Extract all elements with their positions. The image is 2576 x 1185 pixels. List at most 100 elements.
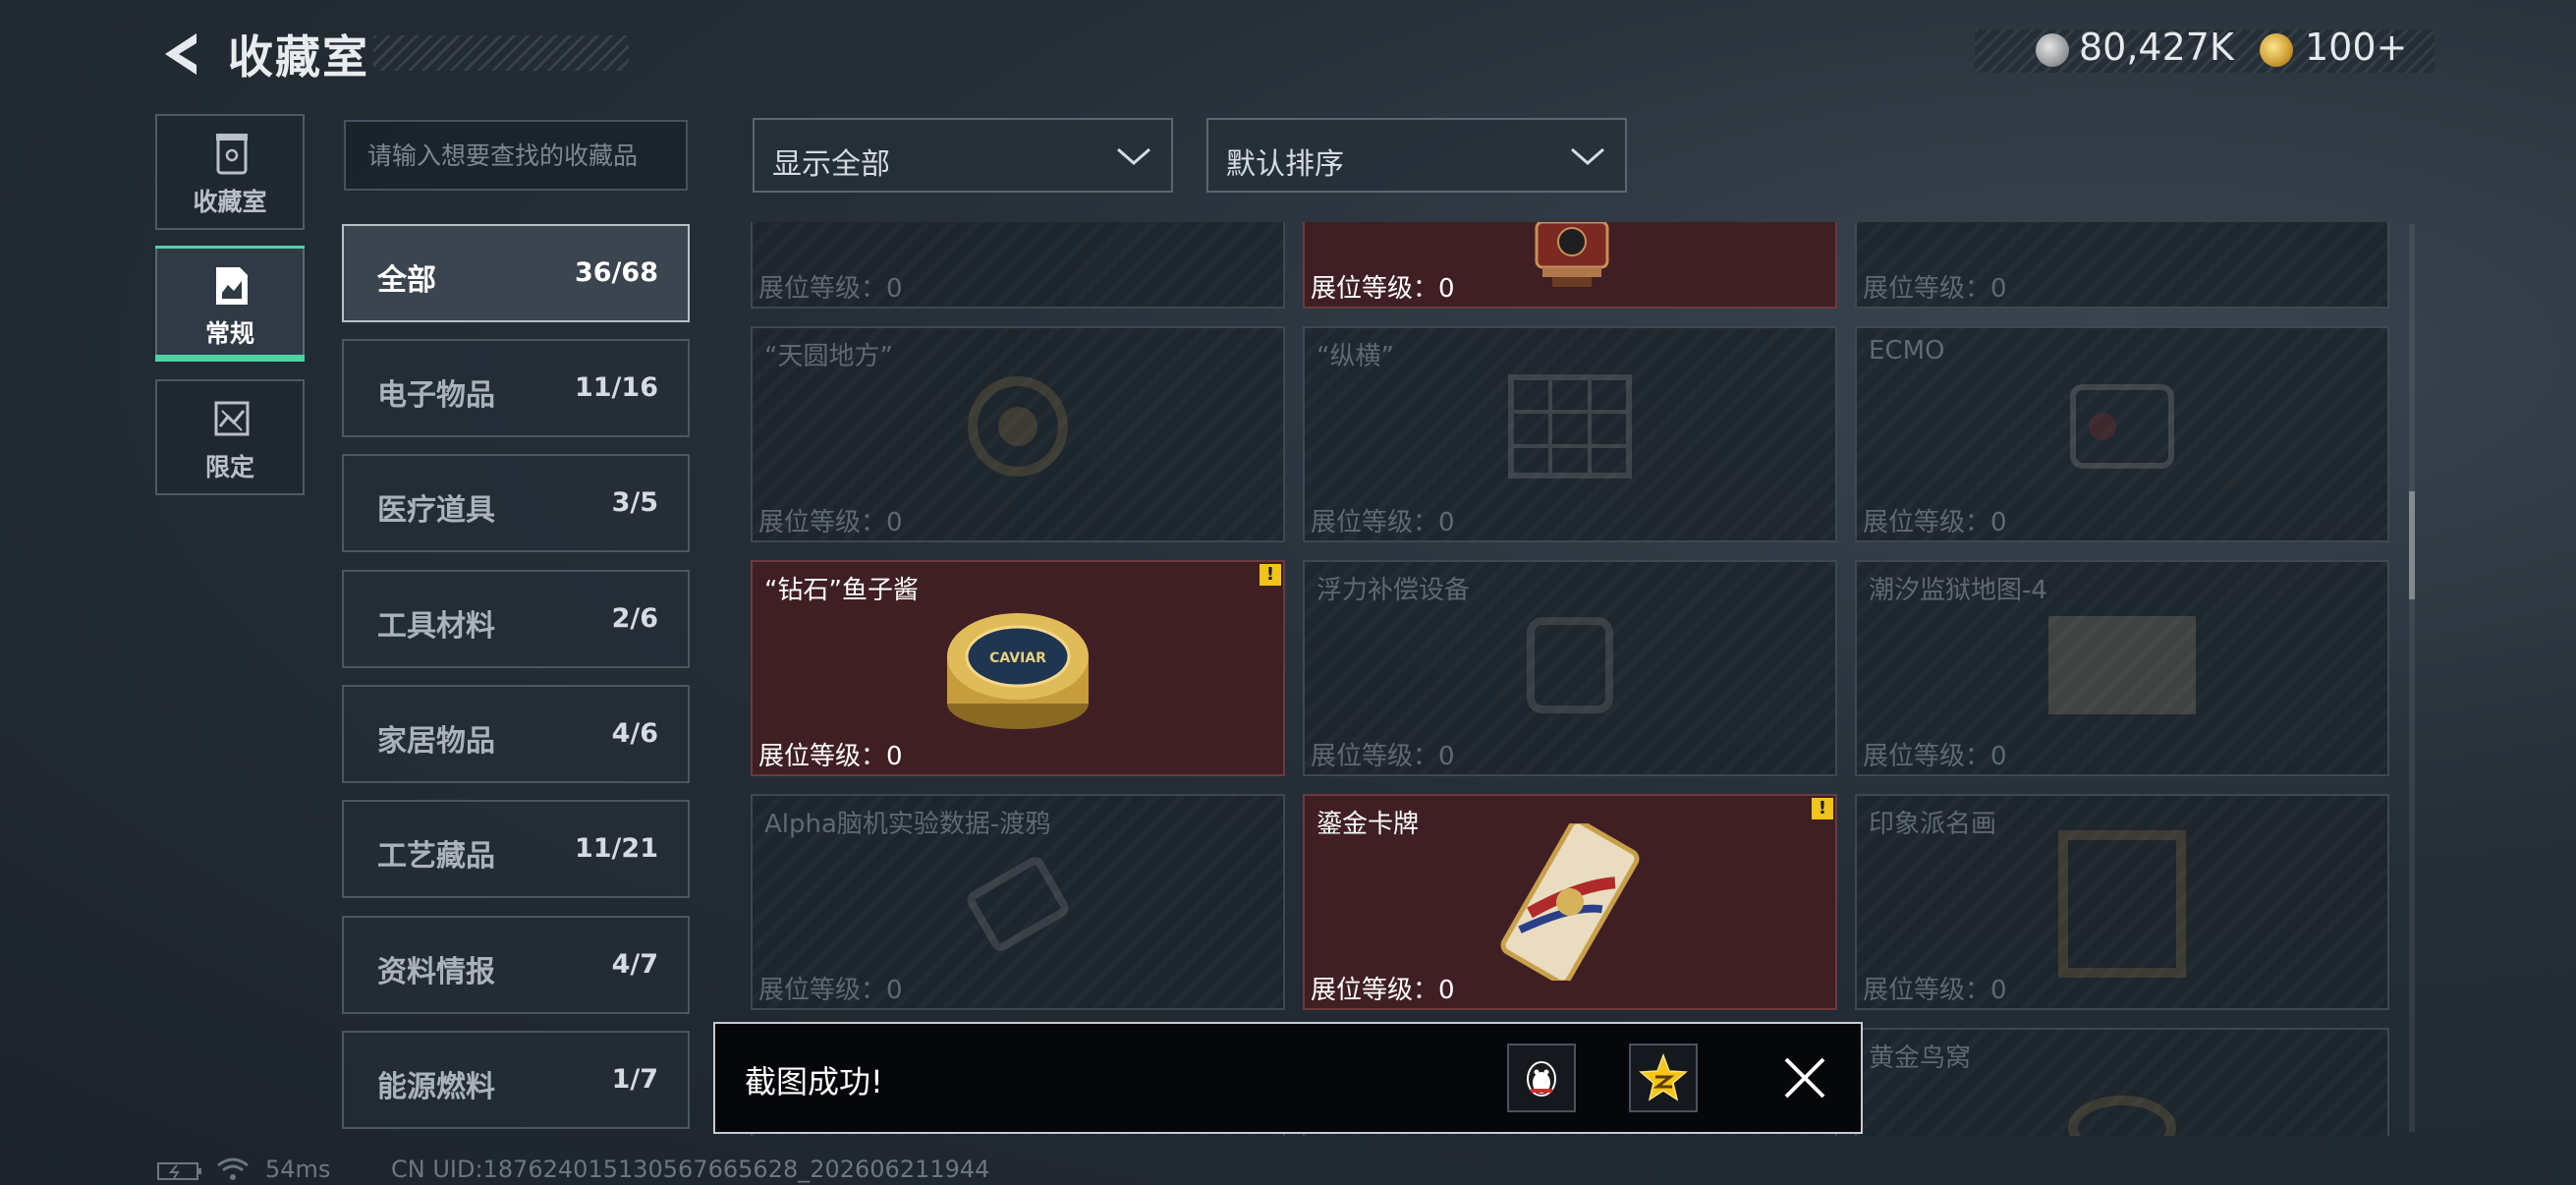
category-medical[interactable]: 医疗道具 3/5 [342, 454, 690, 552]
gilded-card-icon [1500, 823, 1640, 981]
star-icon [1639, 1052, 1688, 1101]
golden-nest-icon [2068, 1096, 2176, 1136]
grid-scrollbar[interactable] [2409, 224, 2415, 1132]
collection-card[interactable]: “钻石”鱼子酱 ! CAVIAR 展位等级：0 [751, 560, 1285, 776]
side-tab-label: 常规 [204, 319, 254, 348]
gold-currency-value: 100+ [2305, 26, 2408, 69]
booth-level: 展位等级：0 [1311, 976, 1455, 1005]
sort-dropdown-value: 默认排序 [1226, 147, 1344, 182]
page-title: 收藏室 [228, 30, 369, 84]
category-tools[interactable]: 工具材料 2/6 [342, 570, 690, 668]
buoyancy-device-icon [1527, 617, 1613, 713]
item-name: 浮力补偿设备 [1316, 576, 1471, 605]
category-name: 能源燃料 [377, 1070, 495, 1104]
battery-icon [157, 1162, 201, 1180]
user-uid: CN UID:18762401513056766562​8_2026062119… [391, 1156, 990, 1183]
data-device-icon [967, 857, 1069, 951]
collection-grid: 展位等级：0 展位等级：0 展位等级：0 “天圆地方” 展位等级：0 “纵横” … [751, 222, 2393, 1136]
booth-level: 展位等级：0 [1863, 508, 2007, 537]
item-name: 潮汐监狱地图-4 [1869, 576, 2047, 605]
collection-card[interactable]: 潮汐监狱地图-4 展位等级：0 [1855, 560, 2389, 776]
qzone-share-button[interactable] [1629, 1044, 1698, 1112]
category-electronics[interactable]: 电子物品 11/16 [342, 339, 690, 437]
category-energy[interactable]: 能源燃料 1/7 [342, 1031, 690, 1129]
collection-card[interactable]: Alpha脑机实验数据-渡鸦 展位等级：0 [751, 794, 1285, 1010]
booth-level: 展位等级：0 [1311, 742, 1455, 771]
booth-level: 展位等级：0 [758, 742, 903, 771]
booth-level: 展位等级：0 [1863, 742, 2007, 771]
chessboard-icon [1508, 374, 1632, 479]
category-intel[interactable]: 资料情报 4/7 [342, 916, 690, 1014]
collection-card[interactable]: 展位等级：0 [751, 222, 1285, 309]
category-name: 工具材料 [377, 609, 495, 644]
item-name: “纵横” [1316, 342, 1394, 371]
collection-card[interactable]: 鎏金卡牌 ! 展位等级：0 [1303, 794, 1837, 1010]
item-name: ECMO [1869, 336, 1945, 366]
wifi-icon [217, 1157, 249, 1180]
category-count: 3/5 [611, 487, 658, 518]
item-name: 鎏金卡牌 [1316, 810, 1420, 839]
item-name: “天圆地方” [764, 342, 893, 371]
grid-scrollbar-thumb[interactable] [2409, 491, 2415, 599]
silver-coin-icon [2036, 33, 2069, 67]
caviar-label: CAVIAR [989, 650, 1046, 666]
category-all[interactable]: 全部 36/68 [342, 224, 690, 322]
collection-card[interactable]: 展位等级：0 [1303, 222, 1837, 309]
category-name: 工艺藏品 [377, 839, 495, 874]
collection-card[interactable]: ECMO 展位等级：0 [1855, 326, 2389, 542]
back-arrow-icon[interactable] [157, 29, 206, 79]
silver-currency-value: 80,427K [2079, 26, 2234, 69]
booth-level: 展位等级：0 [1311, 274, 1455, 304]
sort-dropdown[interactable]: 默认排序 [1206, 118, 1627, 193]
side-tab-collection[interactable]: 收藏室 [155, 114, 305, 230]
side-tab-limited[interactable]: 限定 [155, 379, 305, 495]
category-count: 4/6 [611, 718, 658, 749]
collection-card[interactable]: 浮力补偿设备 展位等级：0 [1303, 560, 1837, 776]
filter-dropdown[interactable]: 显示全部 [753, 118, 1173, 193]
category-count: 1/7 [611, 1064, 658, 1095]
collection-card[interactable]: “天圆地方” 展位等级：0 [751, 326, 1285, 542]
screenshot-toast: 截图成功! [713, 1022, 1863, 1134]
painting-frame-icon [2058, 830, 2186, 978]
map-icon [2048, 616, 2196, 714]
item-name: “钻石”鱼子酱 [764, 576, 919, 605]
category-household[interactable]: 家居物品 4/6 [342, 685, 690, 783]
category-count: 2/6 [611, 603, 658, 634]
ping-indicator: 54ms [265, 1156, 331, 1183]
caviar-tin-icon: CAVIAR [947, 613, 1089, 729]
category-name: 资料情报 [377, 955, 495, 989]
item-name: Alpha脑机实验数据-渡鸦 [764, 810, 1051, 839]
category-crafts[interactable]: 工艺藏品 11/21 [342, 800, 690, 898]
category-name: 家居物品 [377, 724, 495, 759]
active-indicator [155, 355, 305, 362]
document-icon [216, 267, 248, 305]
search-input[interactable] [344, 120, 688, 191]
title-decoration [373, 35, 629, 71]
item-name: 印象派名画 [1869, 810, 1997, 839]
category-count: 36/68 [574, 257, 658, 288]
collection-icon [216, 134, 248, 175]
side-tab-regular[interactable]: 常规 [155, 246, 305, 362]
side-tab-label: 限定 [204, 453, 254, 481]
booth-level: 展位等级：0 [758, 508, 903, 537]
chevron-down-icon [1571, 147, 1604, 165]
category-name: 全部 [377, 263, 436, 298]
compass-icon [968, 376, 1068, 477]
booth-level: 展位等级：0 [1863, 976, 2007, 1005]
collection-card[interactable]: 印象派名画 展位等级：0 [1855, 794, 2389, 1010]
category-count: 11/16 [574, 372, 658, 403]
collection-card[interactable]: “纵横” 展位等级：0 [1303, 326, 1837, 542]
booth-level: 展位等级：0 [758, 976, 903, 1005]
chevron-down-icon [1117, 147, 1150, 165]
category-name: 医疗道具 [377, 493, 495, 528]
item-name: 黄金鸟窝 [1869, 1044, 1972, 1073]
gramophone-icon [1535, 222, 1609, 287]
limited-icon [214, 401, 250, 436]
gold-coin-icon [2260, 33, 2293, 67]
booth-level: 展位等级：0 [758, 274, 903, 304]
close-icon[interactable] [1780, 1053, 1829, 1102]
collection-card[interactable]: 展位等级：0 [1855, 222, 2389, 309]
qq-share-button[interactable] [1507, 1044, 1576, 1112]
collection-card[interactable]: 黄金鸟窝 [1855, 1028, 2389, 1136]
ecmo-machine-icon [2070, 384, 2174, 469]
